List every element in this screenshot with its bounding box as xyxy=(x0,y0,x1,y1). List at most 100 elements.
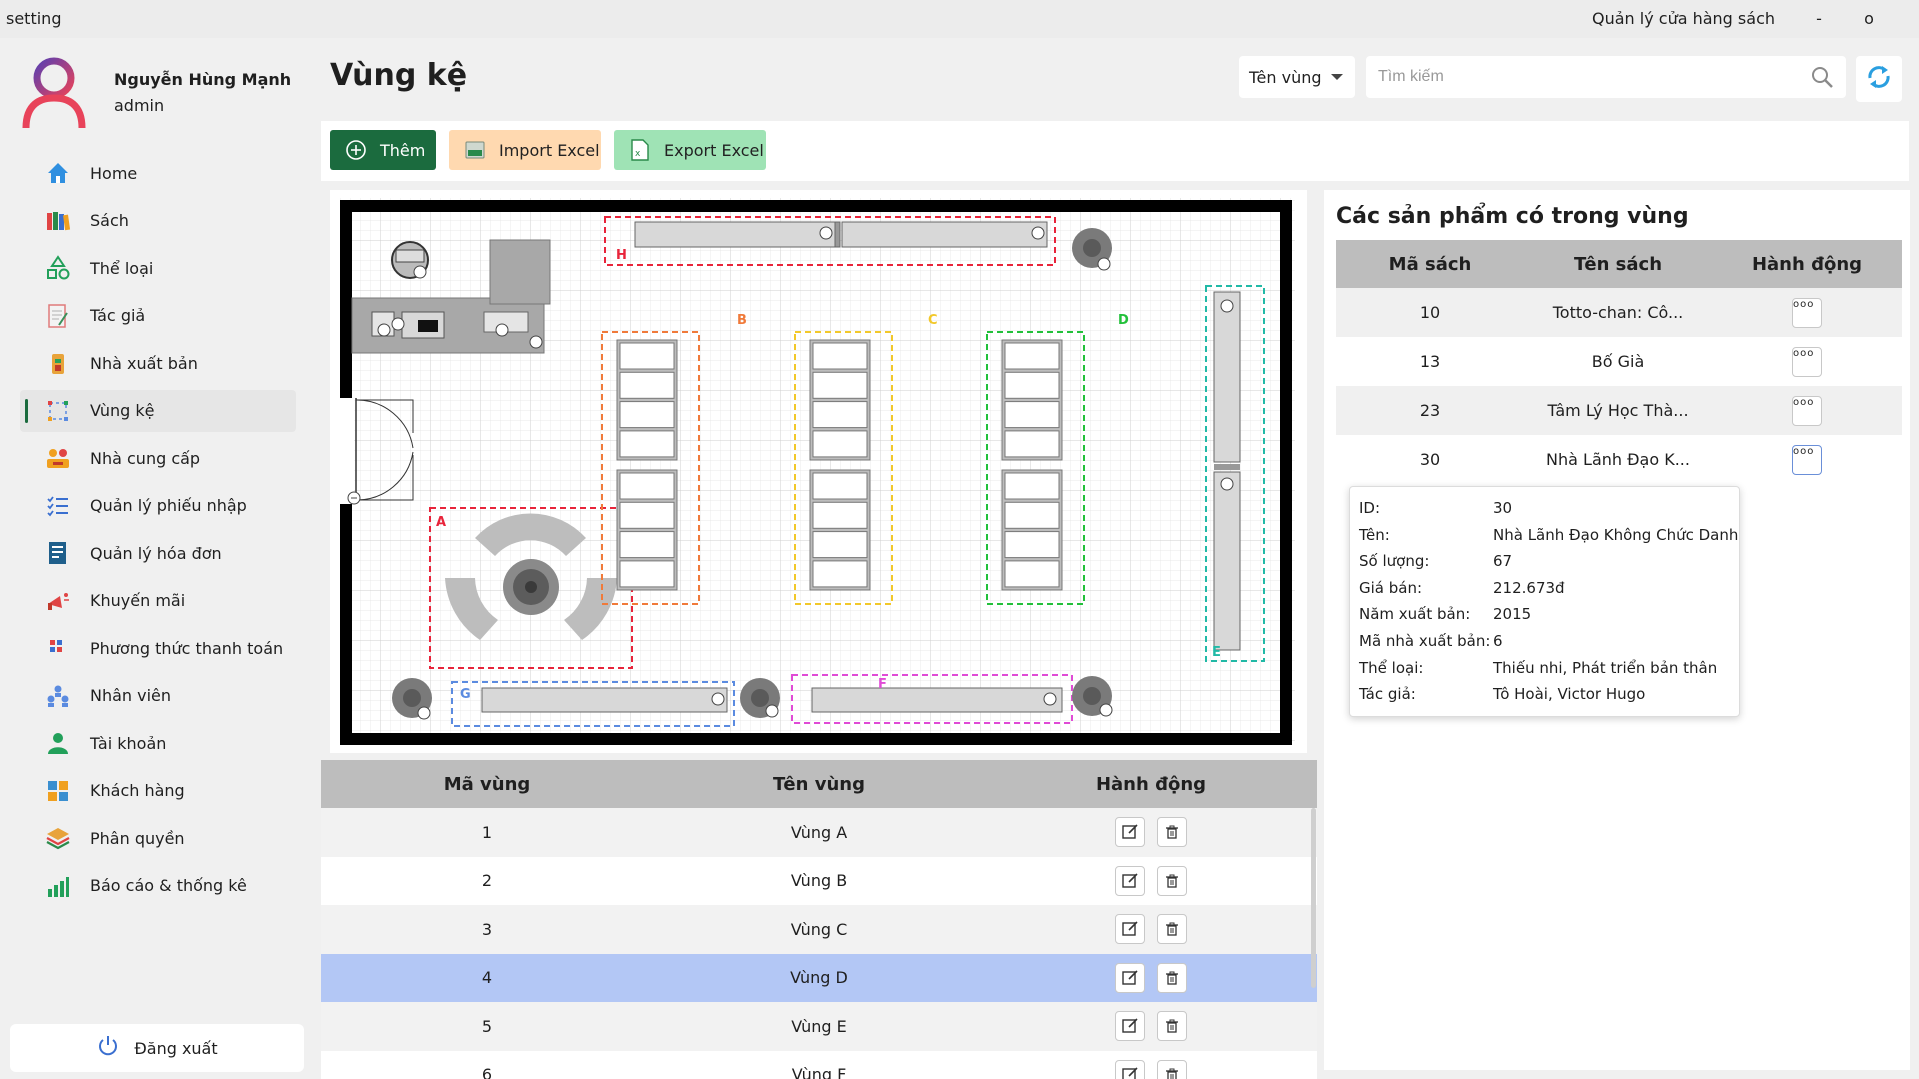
plus-circle-icon xyxy=(344,138,368,162)
sidebar-item-authors[interactable]: Tác giả xyxy=(20,295,296,337)
sidebar-item-permissions[interactable]: Phân quyền xyxy=(20,817,296,859)
bookcase-shelf xyxy=(812,342,868,370)
sidebar-item-publishers[interactable]: Nhà xuất bản xyxy=(20,342,296,384)
detail-field: Mã nhà xuất bản: 6 xyxy=(1359,632,1503,652)
customer-icon xyxy=(44,777,72,805)
sidebar-item-suppliers[interactable]: Nhà cung cấp xyxy=(20,437,296,479)
region-table-scrollbar[interactable] xyxy=(1311,808,1316,988)
bookcase-shelf xyxy=(619,531,675,559)
bookcase-shelf xyxy=(1004,472,1060,500)
book-name-cell: Bố Già xyxy=(1591,352,1645,371)
more-options-button[interactable]: ooo xyxy=(1792,297,1822,328)
sidebar-item-books[interactable]: Sách xyxy=(20,200,296,242)
search-icon[interactable] xyxy=(1810,65,1834,93)
more-options-button[interactable]: ooo xyxy=(1792,395,1822,426)
detail-field-key: Số lượng: xyxy=(1359,552,1430,571)
detail-field: Giá bán: 212.673đ xyxy=(1359,579,1565,599)
delete-button[interactable] xyxy=(1157,1059,1187,1079)
detail-field-value: 212.673đ xyxy=(1493,578,1565,597)
edit-icon xyxy=(1122,873,1138,888)
delete-button[interactable] xyxy=(1157,1011,1187,1042)
edit-button[interactable] xyxy=(1115,962,1145,993)
book-id-cell: 23 xyxy=(1419,401,1441,420)
book-name-cell: Nhà Lãnh Đạo K... xyxy=(1546,450,1690,469)
sidebar-item-promotions[interactable]: Khuyến mãi xyxy=(20,580,296,622)
bookcase-shelf xyxy=(1004,430,1060,458)
edit-icon xyxy=(1122,1018,1138,1033)
table-row[interactable]: 23 Tâm Lý Học Thà... ooo xyxy=(1336,386,1902,435)
sidebar-item-categories[interactable]: Thể loại xyxy=(20,247,296,289)
add-button[interactable]: Thêm xyxy=(330,130,436,170)
region-id-cell: 6 xyxy=(481,1065,493,1079)
edit-button[interactable] xyxy=(1115,817,1145,848)
more-options-button[interactable]: ooo xyxy=(1792,444,1822,475)
bookcase-shelf xyxy=(619,401,675,429)
column-header-region-name[interactable]: Tên vùng xyxy=(653,760,985,808)
table-row[interactable]: 30 Nhà Lãnh Đạo K... ooo xyxy=(1336,435,1902,484)
promotion-icon xyxy=(44,587,72,615)
sidebar-item-home[interactable]: Home xyxy=(20,152,296,194)
sidebar-item-staff[interactable]: Nhân viên xyxy=(20,675,296,717)
table-row[interactable]: 2 Vùng B xyxy=(321,857,1317,906)
region-id-cell: 2 xyxy=(481,871,493,891)
table-row[interactable]: 3 Vùng C xyxy=(321,905,1317,954)
export-excel-button[interactable]: x Export Excel xyxy=(614,130,766,170)
sidebar-item-customers[interactable]: Khách hàng xyxy=(20,770,296,812)
page-title: Vùng kệ xyxy=(330,58,468,93)
delete-button[interactable] xyxy=(1157,914,1187,945)
edit-icon xyxy=(1122,1067,1138,1079)
table-row[interactable]: 13 Bố Già ooo xyxy=(1336,337,1902,386)
detail-field-value: 6 xyxy=(1493,632,1503,650)
search-input[interactable] xyxy=(1366,56,1786,98)
edit-button[interactable] xyxy=(1115,865,1145,896)
table-row[interactable]: 1 Vùng A xyxy=(321,808,1317,857)
sidebar-item-invoices[interactable]: Quản lý hóa đơn xyxy=(20,532,296,574)
search-field-select[interactable]: Tên vùng xyxy=(1239,56,1355,98)
sidebar-item-label: Quản lý hóa đơn xyxy=(90,543,222,563)
logout-button[interactable]: Đăng xuất xyxy=(10,1024,304,1072)
bookcase-shelf xyxy=(812,501,868,529)
region-name-cell: Vùng E xyxy=(791,1016,847,1036)
sidebar-item-import-receipts[interactable]: Quản lý phiếu nhập xyxy=(20,485,296,527)
sidebar-item-shelf-region[interactable]: Vùng kệ xyxy=(20,389,296,432)
edit-button[interactable] xyxy=(1115,1059,1145,1079)
export-label: Export Excel xyxy=(664,140,764,160)
author-icon xyxy=(44,302,72,330)
table-row[interactable]: 6 Vùng F xyxy=(321,1051,1317,1079)
table-row[interactable]: 5 Vùng E xyxy=(321,1002,1317,1051)
trash-icon xyxy=(1166,874,1178,888)
sidebar-item-label: Nhà cung cấp xyxy=(90,448,201,468)
report-icon xyxy=(44,872,72,900)
column-header-book-name[interactable]: Tên sách xyxy=(1524,240,1712,288)
actions-cell xyxy=(985,1002,1317,1051)
column-header-region-id[interactable]: Mã vùng xyxy=(321,760,653,808)
delete-button[interactable] xyxy=(1157,865,1187,896)
refresh-button[interactable] xyxy=(1856,56,1902,102)
actions-cell xyxy=(985,857,1317,906)
edit-button[interactable] xyxy=(1115,914,1145,945)
minimize-button[interactable]: - xyxy=(1809,9,1829,28)
sidebar-item-label: Khuyến mãi xyxy=(90,591,186,610)
sidebar-item-payment-methods[interactable]: Phương thức thanh toán xyxy=(20,627,296,669)
payment-icon xyxy=(44,634,72,662)
sidebar-item-accounts[interactable]: Tài khoản xyxy=(20,722,296,764)
bookcase-shelf xyxy=(812,560,868,588)
sidebar-item-label: Vùng kệ xyxy=(90,401,155,420)
sidebar-item-label: Tài khoản xyxy=(90,733,167,753)
maximize-button[interactable]: o xyxy=(1859,9,1879,28)
table-row[interactable]: 10 Totto-chan: Cô... ooo xyxy=(1336,288,1902,337)
table-row[interactable]: 4 Vùng D xyxy=(321,953,1317,1003)
sidebar-item-label: Thể loại xyxy=(90,258,154,278)
permission-icon xyxy=(44,824,72,852)
column-header-book-id[interactable]: Mã sách xyxy=(1336,240,1524,288)
edit-button[interactable] xyxy=(1115,1011,1145,1042)
import-excel-button[interactable]: Import Excel xyxy=(449,130,601,170)
delete-button[interactable] xyxy=(1157,817,1187,848)
book-name-cell: Tâm Lý Học Thà... xyxy=(1547,401,1689,420)
actions-cell xyxy=(985,954,1317,1003)
delete-button[interactable] xyxy=(1157,962,1187,993)
book-detail-popover: ID: 30 Tên: Nhà Lãnh Đạo Không Chức Danh Số … xyxy=(1349,486,1740,717)
more-options-button[interactable]: ooo xyxy=(1792,346,1822,377)
sidebar-item-reports[interactable]: Báo cáo & thống kê xyxy=(20,865,296,907)
sidebar-item-label: Khách hàng xyxy=(90,781,185,800)
